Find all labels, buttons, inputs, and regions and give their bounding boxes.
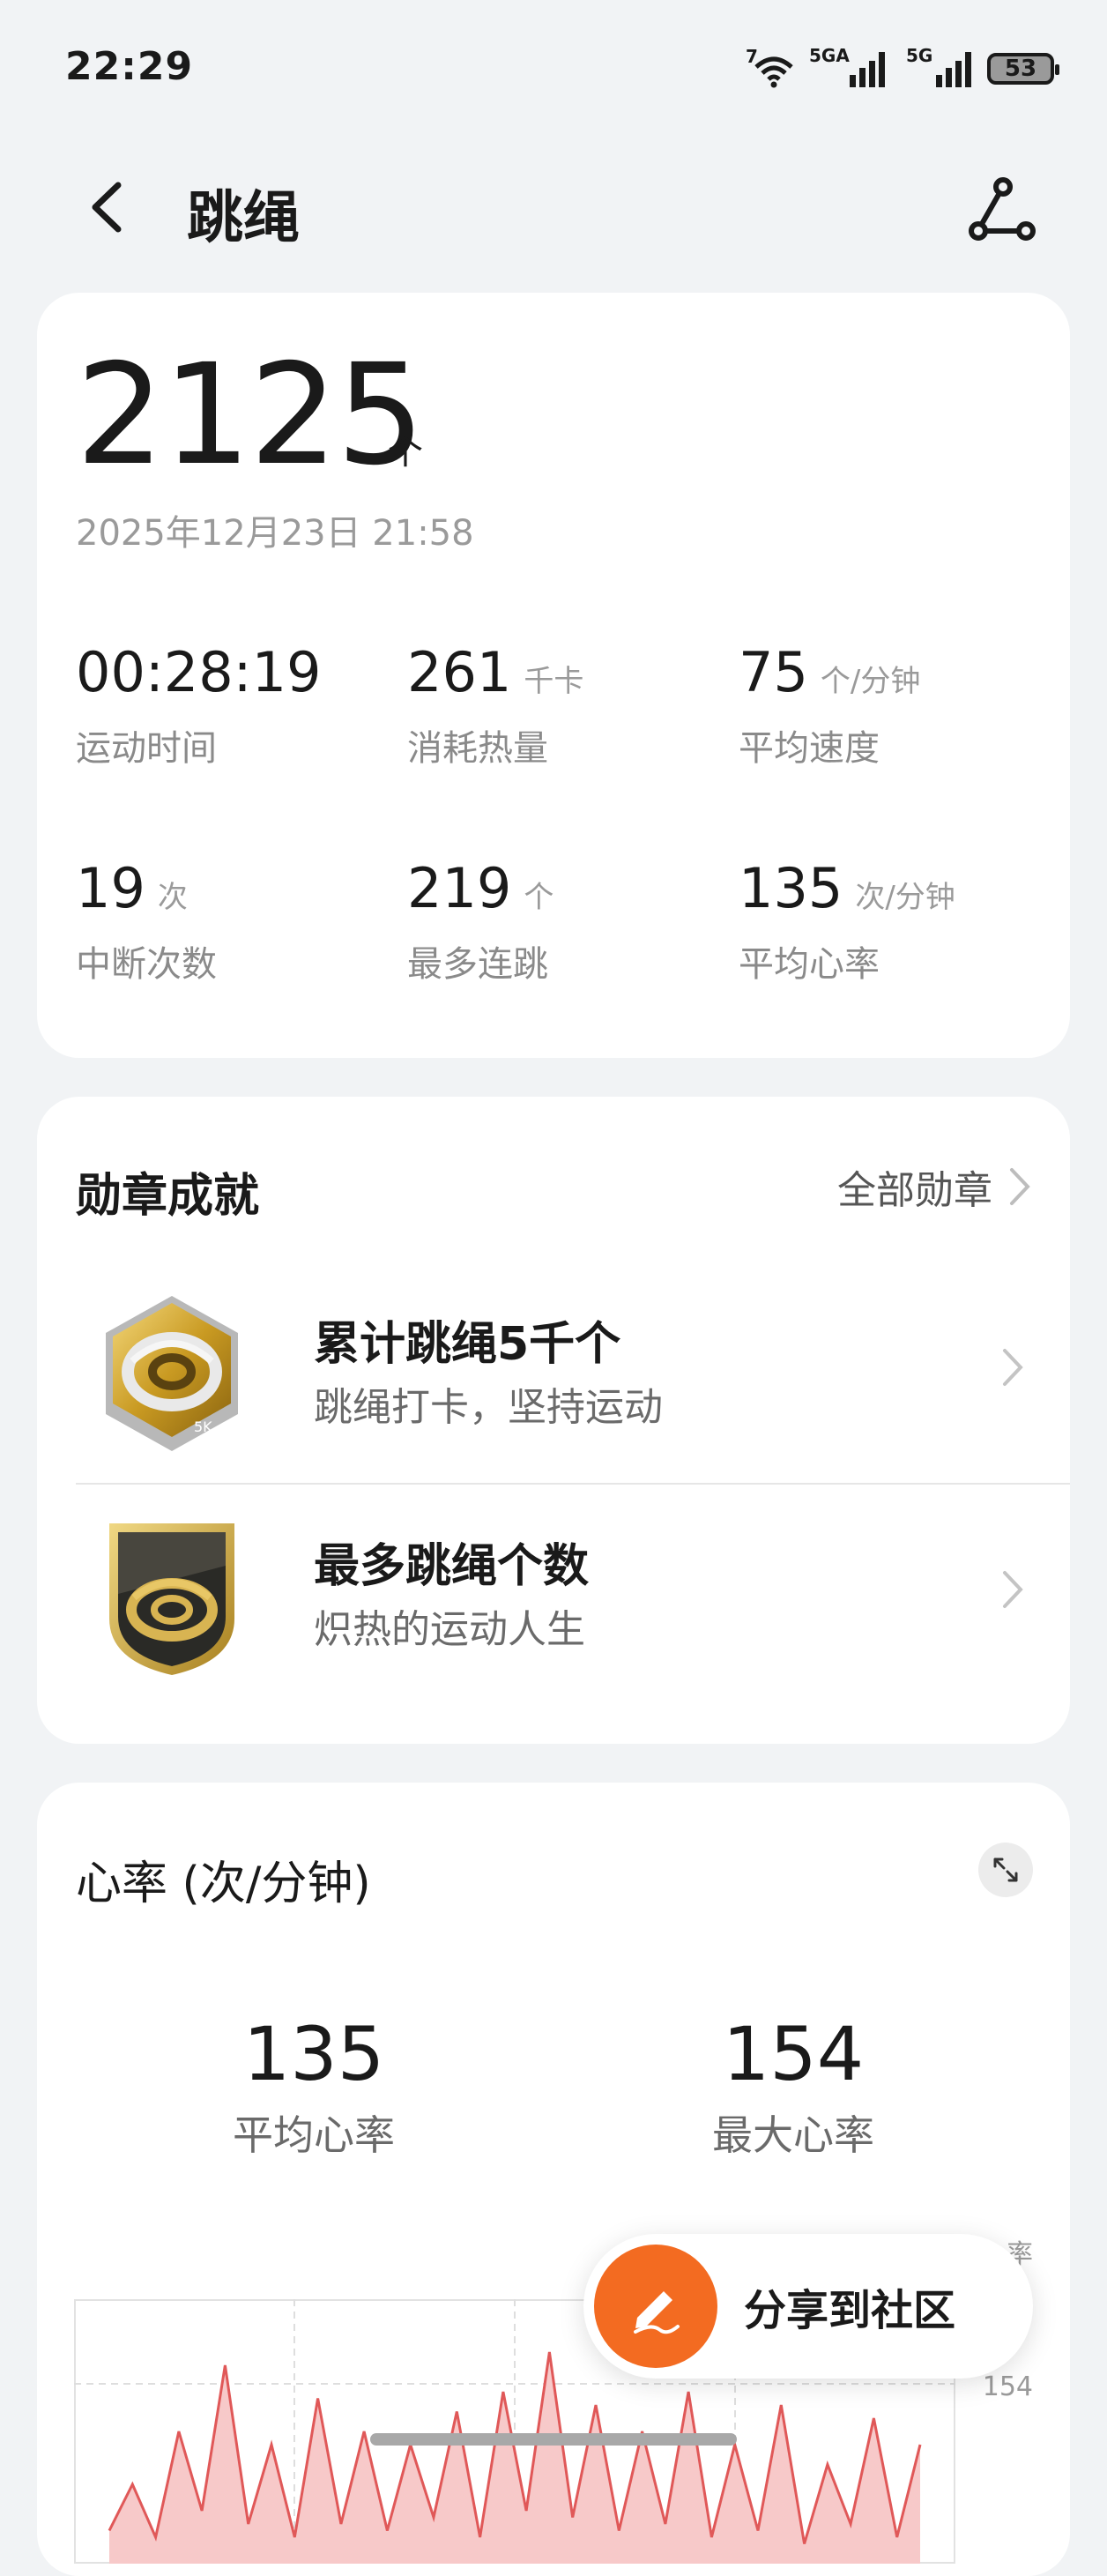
metric-unit: 个 — [524, 880, 554, 915]
metric-value: 219 — [407, 856, 511, 920]
chevron-right-icon — [999, 1567, 1026, 1612]
share-to-community-button[interactable]: 分享到社区 — [583, 2234, 1033, 2379]
all-medals-link[interactable]: 全部勋章 — [837, 1158, 1031, 1215]
metric-value: 261 — [407, 640, 511, 704]
medals-title: 勋章成就 — [76, 1158, 259, 1225]
metric-value: 19 — [76, 856, 145, 920]
medal-title: 累计跳绳5千个 — [314, 1307, 620, 1373]
avg-hr-value: 135 — [137, 2017, 490, 2091]
summary-card: 2125 个 2025年12月23日 21:58 00:28:19 运动时间 2… — [37, 293, 1070, 1058]
metric-label: 平均心率 — [739, 935, 1056, 986]
back-button[interactable] — [79, 176, 141, 238]
signal-5ga-icon: 5GA — [850, 50, 885, 87]
metric-unit: 次/分钟 — [855, 880, 955, 915]
metric-label: 最多连跳 — [407, 935, 724, 986]
metric-calories: 261千卡 消耗热量 — [407, 645, 724, 771]
expand-icon — [990, 1854, 1022, 1886]
heart-rate-card: 心率 (次/分钟) 135 平均心率 154 最大心率 率 154 — [37, 1783, 1070, 2576]
header: 跳绳 — [0, 150, 1107, 264]
max-heart-rate: 154 最大心率 — [617, 2017, 970, 2162]
medal-item[interactable]: 5K 累计跳绳5千个 跳绳打卡，坚持运动 — [76, 1264, 1031, 1476]
route-share-button[interactable] — [968, 175, 1038, 245]
metric-value: 75 — [739, 640, 808, 704]
metric-unit: 千卡 — [524, 664, 583, 699]
status-icons: 7 5GA 5G 53 — [746, 42, 1054, 95]
metric-unit: 次 — [158, 880, 188, 915]
avg-hr-label: 平均心率 — [137, 2103, 490, 2162]
sim2-label: 5G — [906, 45, 932, 66]
max-hr-value: 154 — [617, 2017, 970, 2091]
divider — [76, 1483, 1070, 1485]
metric-avg-hr: 135次/分钟 平均心率 — [739, 861, 1056, 986]
pen-icon — [625, 2275, 687, 2337]
sim1-label: 5GA — [809, 45, 850, 66]
wifi-icon: 7 — [746, 49, 795, 88]
share-icon-circle — [594, 2245, 717, 2368]
max-hr-label: 最大心率 — [617, 2103, 970, 2162]
metric-unit: 个/分钟 — [821, 664, 920, 699]
metric-interruptions: 19次 中断次数 — [76, 861, 393, 986]
chevron-right-icon — [1008, 1166, 1031, 1207]
medal-max-jumps-icon — [97, 1513, 247, 1680]
metric-value: 135 — [739, 856, 843, 920]
y-axis-max-label: 154 — [983, 2371, 1033, 2402]
badge-5k-text: 5K — [194, 1418, 212, 1435]
route-share-icon — [968, 175, 1038, 245]
metric-label: 中断次数 — [76, 935, 393, 986]
share-label: 分享到社区 — [744, 2275, 955, 2337]
medal-subtitle: 炽热的运动人生 — [314, 1597, 585, 1654]
battery-icon: 53 — [987, 53, 1054, 85]
medal-subtitle: 跳绳打卡，坚持运动 — [314, 1375, 663, 1432]
medal-title: 最多跳绳个数 — [314, 1529, 589, 1595]
battery-level: 53 — [1005, 56, 1036, 82]
metric-label: 平均速度 — [739, 719, 1056, 771]
all-medals-label: 全部勋章 — [837, 1158, 992, 1215]
metric-avg-speed: 75个/分钟 平均速度 — [739, 645, 1056, 771]
status-time: 22:29 — [65, 44, 193, 89]
metric-value: 00:28:19 — [76, 640, 321, 704]
metric-duration: 00:28:19 运动时间 — [76, 645, 393, 771]
workout-datetime: 2025年12月23日 21:58 — [76, 504, 474, 555]
metric-label: 运动时间 — [76, 719, 393, 771]
status-bar: 22:29 7 5GA 5G 53 — [0, 0, 1107, 132]
chevron-right-icon — [999, 1345, 1026, 1389]
signal-5g-icon: 5G — [936, 50, 971, 87]
page-title: 跳绳 — [187, 173, 300, 254]
avg-heart-rate: 135 平均心率 — [137, 2017, 490, 2162]
medal-item[interactable]: 最多跳绳个数 炽热的运动人生 — [76, 1486, 1031, 1698]
medal-5k-icon: 5K — [97, 1291, 247, 1458]
expand-chart-button[interactable] — [978, 1843, 1033, 1897]
chevron-left-icon — [79, 176, 141, 238]
medals-card: 勋章成就 全部勋章 5K 累计跳绳5千个 跳绳打卡，坚持运动 — [37, 1097, 1070, 1744]
heart-rate-title: 心率 (次/分钟) — [76, 1846, 371, 1912]
metric-max-streak: 219个 最多连跳 — [407, 861, 724, 986]
metric-label: 消耗热量 — [407, 719, 724, 771]
home-indicator — [370, 2433, 737, 2446]
jump-count-unit: 个 — [388, 423, 423, 474]
jump-count: 2125 — [76, 346, 423, 485]
